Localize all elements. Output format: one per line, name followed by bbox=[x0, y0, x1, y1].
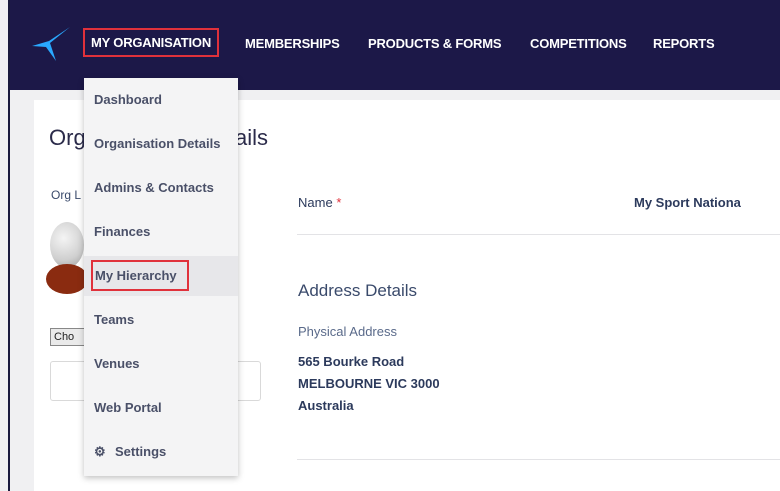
menu-item-label: Finances bbox=[94, 224, 151, 239]
brand-logo-icon[interactable] bbox=[32, 27, 70, 61]
menu-item-label: Organisation Details bbox=[94, 136, 221, 151]
org-logo-football bbox=[46, 264, 88, 294]
menu-item-label: Settings bbox=[115, 444, 167, 459]
page-title-end: ails bbox=[235, 125, 269, 150]
menu-item-organisation-details[interactable]: Organisation Details bbox=[84, 124, 238, 164]
menu-item-venues[interactable]: Venues bbox=[84, 344, 238, 384]
menu-item-dashboard[interactable]: Dashboard bbox=[84, 80, 238, 120]
name-label: Name * bbox=[298, 195, 341, 210]
address-details-heading: Address Details bbox=[298, 281, 418, 300]
nav-my-organisation[interactable]: MY ORGANISATION bbox=[83, 28, 220, 57]
menu-item-my-hierarchy[interactable]: My Hierarchy bbox=[84, 256, 238, 296]
top-nav: MY ORGANISATION MEMBERSHIPS PRODUCTS & F… bbox=[10, 0, 780, 90]
menu-item-admins-contacts[interactable]: Admins & Contacts bbox=[84, 168, 238, 208]
menu-item-label: Web Portal bbox=[94, 400, 162, 415]
divider bbox=[297, 234, 780, 235]
address-line-3: Australia bbox=[298, 398, 354, 413]
menu-item-label: Dashboard bbox=[94, 92, 162, 107]
divider bbox=[297, 459, 780, 460]
required-marker: * bbox=[336, 195, 342, 210]
nav-memberships[interactable]: MEMBERSHIPS bbox=[245, 36, 340, 51]
page-title: Org ails bbox=[49, 125, 268, 151]
address-line-1: 565 Bourke Road bbox=[298, 354, 405, 369]
menu-item-label: Teams bbox=[94, 312, 135, 327]
page-title-start: Org bbox=[49, 125, 86, 150]
menu-item-web-portal[interactable]: Web Portal bbox=[84, 388, 238, 428]
nav-competitions[interactable]: COMPETITIONS bbox=[530, 36, 627, 51]
my-organisation-dropdown: Dashboard Organisation Details Admins & … bbox=[84, 78, 238, 476]
org-logo-image bbox=[50, 222, 84, 268]
window-edge bbox=[8, 0, 10, 491]
physical-address-label: Physical Address bbox=[298, 324, 397, 339]
name-label-text: Name bbox=[298, 195, 333, 210]
choose-file-button[interactable]: Cho bbox=[50, 328, 88, 346]
gear-icon: ⚙ bbox=[94, 444, 106, 459]
menu-item-label: Venues bbox=[94, 356, 140, 371]
menu-item-teams[interactable]: Teams bbox=[84, 300, 238, 340]
nav-reports[interactable]: REPORTS bbox=[653, 36, 715, 51]
org-logo-label: Org L bbox=[51, 188, 82, 202]
menu-item-finances[interactable]: Finances bbox=[84, 212, 238, 252]
menu-item-settings[interactable]: ⚙ Settings bbox=[84, 432, 238, 472]
nav-products-forms[interactable]: PRODUCTS & FORMS bbox=[368, 36, 502, 51]
name-value: My Sport Nationa bbox=[634, 195, 741, 210]
menu-item-label: My Hierarchy bbox=[91, 260, 189, 291]
menu-item-label: Admins & Contacts bbox=[94, 180, 214, 195]
address-line-2: MELBOURNE VIC 3000 bbox=[298, 376, 440, 391]
